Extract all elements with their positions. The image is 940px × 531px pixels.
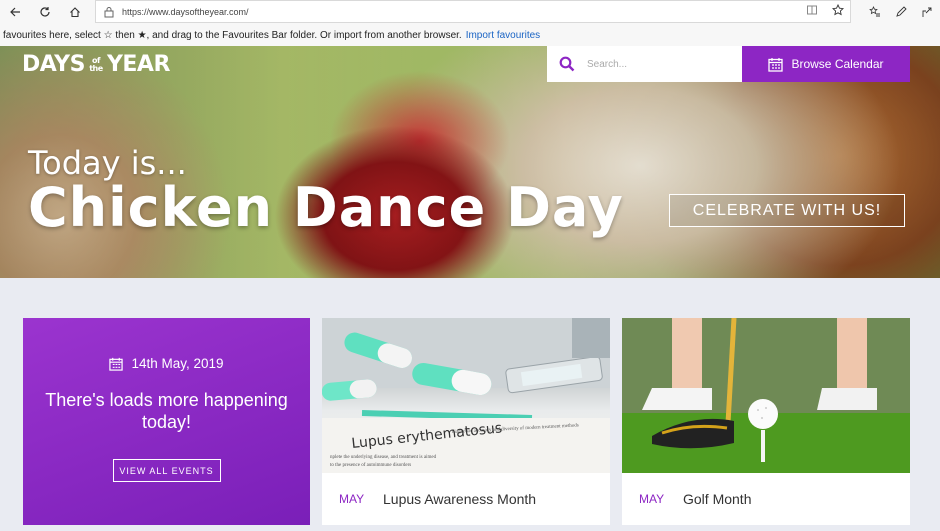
import-favourites-link[interactable]: Import favourites: [466, 30, 540, 41]
svg-text:nplete the underlying disease,: nplete the underlying disease, and treat…: [330, 455, 437, 460]
favourites-bar: favourites here, select ☆ then ★, and dr…: [0, 24, 940, 46]
search-box: [547, 46, 742, 82]
search-input[interactable]: [587, 58, 727, 70]
today-date-text: 14th May, 2019: [131, 356, 224, 371]
favourite-star-icon[interactable]: [831, 3, 845, 19]
event-image: diagnostic accuracy and diversity of mod…: [322, 318, 610, 473]
refresh-icon[interactable]: [30, 0, 60, 24]
search-icon[interactable]: [547, 56, 587, 72]
hero-day-title[interactable]: Chicken Dance Day: [28, 176, 624, 239]
svg-text:to the presence of autoimmune: to the presence of autoimmune disorders: [330, 463, 411, 468]
site-logo[interactable]: DAYS of the YEAR: [22, 52, 170, 77]
event-month: MAY: [639, 492, 665, 506]
back-icon[interactable]: [0, 0, 30, 24]
pen-icon[interactable]: [888, 0, 914, 24]
today-date: 14th May, 2019: [23, 356, 310, 371]
event-title[interactable]: Lupus Awareness Month: [383, 491, 536, 507]
view-all-events-button[interactable]: VIEW ALL EVENTS: [112, 459, 221, 482]
logo-days: DAYS: [22, 52, 85, 77]
event-month: MAY: [339, 492, 365, 506]
logo-year: YEAR: [106, 52, 170, 77]
celebrate-button[interactable]: CELEBRATE WITH US!: [669, 194, 905, 227]
favourites-hub-icon[interactable]: [862, 0, 888, 24]
event-card[interactable]: MAY Golf Month: [622, 318, 910, 525]
event-card[interactable]: diagnostic accuracy and diversity of mod…: [322, 318, 610, 525]
lock-icon: [104, 6, 114, 17]
url-text: https://www.daysoftheyear.com/: [122, 6, 249, 17]
browse-calendar-label: Browse Calendar: [791, 57, 884, 71]
favourites-hint: favourites here, select ☆ then ★, and dr…: [3, 29, 462, 41]
event-card-footer: MAY Golf Month: [622, 473, 910, 525]
logo-of: of the: [89, 55, 103, 73]
browse-calendar-button[interactable]: Browse Calendar: [742, 46, 910, 82]
reading-view-icon[interactable]: [806, 4, 818, 19]
calendar-icon: [768, 57, 784, 72]
event-title[interactable]: Golf Month: [683, 491, 751, 507]
address-bar[interactable]: https://www.daysoftheyear.com/: [95, 0, 851, 23]
today-message: There's loads more happening today!: [45, 390, 288, 432]
event-image: [622, 318, 910, 473]
today-card: 14th May, 2019 There's loads more happen…: [23, 318, 310, 525]
share-icon[interactable]: [914, 0, 940, 24]
home-icon[interactable]: [60, 0, 90, 24]
calendar-icon: [109, 357, 124, 371]
hero-banner: DAYS of the YEAR Browse Calendar Today i…: [0, 46, 940, 278]
event-card-footer: MAY Lupus Awareness Month: [322, 473, 610, 525]
browser-toolbar: https://www.daysoftheyear.com/: [0, 0, 940, 24]
